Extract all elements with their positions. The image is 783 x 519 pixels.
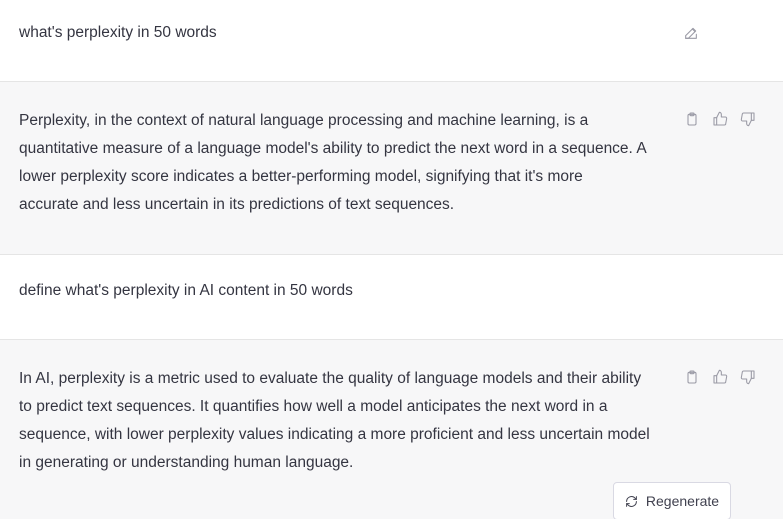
clipboard-icon[interactable] <box>681 366 703 388</box>
message-line: to predict text sequences. It quantifies… <box>19 398 608 415</box>
assistant-message-text: In AI, perplexity is a metric used to ev… <box>19 365 650 477</box>
user-message-row: what's perplexity in 50 words <box>0 0 783 81</box>
message-line: In AI, perplexity is a metric used to ev… <box>19 370 642 387</box>
clipboard-icon[interactable] <box>681 108 703 130</box>
assistant-message-row: Perplexity, in the context of natural la… <box>0 81 783 255</box>
thumbs-down-icon[interactable] <box>737 366 759 388</box>
refresh-icon <box>626 495 637 507</box>
message-line: sequence, with lower perplexity values i… <box>19 426 650 443</box>
message-actions <box>680 22 702 44</box>
message-line: accurate and less uncertain in its predi… <box>19 196 455 213</box>
user-message-text: what's perplexity in 50 words <box>19 24 217 41</box>
thumbs-up-icon[interactable] <box>709 366 731 388</box>
edit-icon[interactable] <box>680 22 702 44</box>
message-line: quantitative measure of a language model… <box>19 140 647 157</box>
message-actions <box>681 108 759 130</box>
user-message-row: define what's perplexity in AI content i… <box>0 255 783 339</box>
user-message-text: define what's perplexity in AI content i… <box>19 282 353 299</box>
message-line: lower perplexity score indicates a bette… <box>19 168 583 185</box>
thumbs-down-icon[interactable] <box>737 108 759 130</box>
thumbs-up-icon[interactable] <box>709 108 731 130</box>
message-actions <box>681 366 759 388</box>
regenerate-button[interactable]: Regenerate <box>613 482 731 519</box>
message-line: in generating or understanding human lan… <box>19 454 354 471</box>
regenerate-label: Regenerate <box>645 493 720 509</box>
conversation-thread: what's perplexity in 50 words Perplexity… <box>0 0 783 519</box>
assistant-message-text: Perplexity, in the context of natural la… <box>19 107 647 219</box>
message-line: Perplexity, in the context of natural la… <box>19 112 589 129</box>
